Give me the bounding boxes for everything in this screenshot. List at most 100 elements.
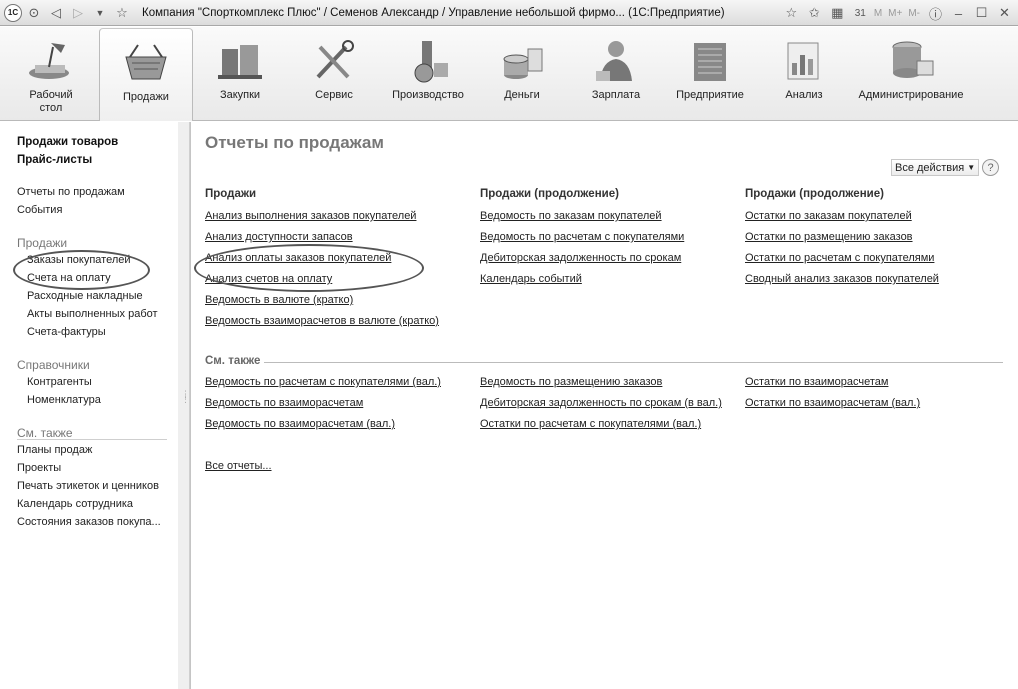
section-label: Зарплата	[591, 89, 641, 101]
nav-group-references: Справочники	[17, 358, 90, 372]
help-button[interactable]: ?	[982, 159, 999, 176]
forward-arrow-icon[interactable]: ▷	[68, 3, 88, 23]
desk-lamp-icon	[29, 43, 69, 79]
factory-icon	[414, 41, 448, 83]
panel-splitter[interactable]: ⋮ ⋮	[178, 122, 190, 689]
section-administration[interactable]: Администрирование	[850, 27, 972, 120]
close-icon[interactable]: ✕	[995, 3, 1014, 23]
page-title: Отчеты по продажам	[205, 133, 384, 152]
history-dropdown-icon[interactable]: ▼	[90, 3, 110, 23]
section-label: Администрирование	[858, 89, 964, 101]
section-label: Деньги	[504, 89, 540, 101]
report-link[interactable]: Ведомость в валюте (кратко)	[205, 294, 353, 306]
all-actions-button[interactable]: Все действия ▼	[891, 159, 980, 176]
app-logo-icon[interactable]: 1С	[4, 3, 22, 22]
nav-print-labels[interactable]: Печать этикеток и ценников	[17, 480, 159, 492]
report-link[interactable]: Ведомость взаиморасчетов в валюте (кратк…	[205, 315, 439, 327]
report-link[interactable]: Календарь событий	[480, 273, 582, 285]
see-also-link[interactable]: Ведомость по взаиморасчетам	[205, 397, 363, 409]
report-link[interactable]: Дебиторская задолженность по срокам	[480, 252, 681, 264]
report-link[interactable]: Ведомость по заказам покупателей	[480, 210, 662, 222]
tools-icon	[316, 40, 354, 79]
section-desktop[interactable]: Рабочий стол	[8, 27, 94, 120]
column-header-sales-cont-2: Продажи (продолжение)	[745, 188, 884, 200]
shopping-basket-icon	[125, 44, 167, 80]
nav-nomenclature[interactable]: Номенклатура	[27, 394, 101, 406]
section-purchases[interactable]: Закупки	[196, 27, 284, 120]
section-analysis[interactable]: Анализ	[760, 27, 848, 120]
favorites-icon[interactable]: ☆	[782, 3, 801, 23]
report-link[interactable]: Ведомость по расчетам с покупателями	[480, 231, 684, 243]
all-actions-label: Все действия	[895, 161, 965, 174]
section-service[interactable]: Сервис	[290, 27, 378, 120]
report-link[interactable]: Сводный анализ заказов покупателей	[745, 273, 939, 285]
nav-sales-plans[interactable]: Планы продаж	[17, 444, 92, 456]
see-also-link[interactable]: Остатки по расчетам с покупателями (вал.…	[480, 418, 701, 430]
maximize-icon[interactable]: ☐	[972, 3, 991, 23]
report-link[interactable]: Остатки по размещению заказов	[745, 231, 913, 243]
see-also-link[interactable]: Дебиторская задолженность по срокам (в в…	[480, 397, 722, 409]
nav-customer-orders[interactable]: Заказы покупателей	[27, 254, 131, 266]
section-label: Предприятие	[676, 89, 744, 101]
back-arrow-icon[interactable]: ◁	[46, 3, 66, 23]
section-money[interactable]: Деньги	[478, 27, 566, 120]
nav-projects[interactable]: Проекты	[17, 462, 61, 474]
nav-work-acts[interactable]: Акты выполненных работ	[27, 308, 158, 320]
coins-icon	[503, 48, 543, 79]
report-link[interactable]: Анализ счетов на оплату	[205, 273, 332, 285]
chevron-down-icon: ▼	[967, 163, 976, 172]
calendar-icon[interactable]: 31	[851, 3, 870, 23]
report-link[interactable]: Остатки по заказам покупателей	[745, 210, 912, 222]
all-reports-link[interactable]: Все отчеты...	[205, 460, 272, 472]
see-also-title: См. также	[205, 355, 265, 367]
warehouse-icon	[218, 45, 262, 79]
memory-plus-button[interactable]: M+	[886, 8, 904, 19]
report-link[interactable]: Остатки по расчетам с покупателями	[745, 252, 934, 264]
building-icon	[694, 43, 726, 81]
section-label: Производство	[392, 89, 464, 101]
section-sales[interactable]: Продажи	[99, 28, 193, 121]
nav-order-states[interactable]: Состояния заказов покупа...	[17, 516, 161, 528]
splitter-grip-icon: ⋮ ⋮	[181, 389, 190, 404]
nav-invoices[interactable]: Счета на оплату	[27, 272, 111, 284]
nav-employee-calendar[interactable]: Календарь сотрудника	[17, 498, 133, 510]
nav-sales-reports[interactable]: Отчеты по продажам	[17, 186, 125, 198]
section-label: Сервис	[315, 89, 353, 101]
report-link[interactable]: Анализ доступности запасов	[205, 231, 353, 243]
section-salary[interactable]: Зарплата	[572, 27, 660, 120]
nav-tax-invoices[interactable]: Счета-фактуры	[27, 326, 106, 338]
add-favorite-icon[interactable]: ✩	[805, 3, 824, 23]
nav-sales-goods[interactable]: Продажи товаров	[17, 136, 118, 148]
menu-circle-icon[interactable]: ⊙	[24, 3, 44, 23]
section-label: Продажи	[123, 91, 169, 103]
see-also-link[interactable]: Ведомость по размещению заказов	[480, 376, 662, 388]
title-bar: 1С ⊙ ◁ ▷ ▼ ☆ Компания "Спорткомплекс Плю…	[0, 0, 1018, 26]
section-label: Закупки	[219, 89, 261, 101]
see-also-link[interactable]: Остатки по взаиморасчетам	[745, 376, 888, 388]
nav-counterparties[interactable]: Контрагенты	[27, 376, 92, 388]
employee-icon	[596, 41, 632, 81]
main-content: Отчеты по продажам Все действия ▼ ? Прод…	[190, 122, 1018, 689]
report-link[interactable]: Анализ выполнения заказов покупателей	[205, 210, 416, 222]
section-label: Рабочий стол	[29, 89, 73, 114]
nav-shipping-notes[interactable]: Расходные накладные	[27, 290, 143, 302]
nav-events[interactable]: События	[17, 204, 62, 216]
see-also-link[interactable]: Ведомость по взаиморасчетам (вал.)	[205, 418, 395, 430]
nav-price-lists[interactable]: Прайс-листы	[17, 154, 92, 166]
favorite-star-icon[interactable]: ☆	[112, 3, 132, 23]
info-icon[interactable]: ⓘ	[926, 3, 945, 23]
chart-icon	[787, 42, 819, 80]
nav-group-sales: Продажи	[17, 236, 68, 250]
sections-panel: Рабочий стол Продажи Закупки Сервис Прои…	[0, 27, 1018, 121]
section-production[interactable]: Производство	[384, 27, 472, 120]
column-header-sales: Продажи	[205, 188, 257, 200]
see-also-link[interactable]: Ведомость по расчетам с покупателями (ва…	[205, 376, 441, 388]
calculator-icon[interactable]: ▦	[828, 3, 847, 23]
minimize-icon[interactable]: ‒	[949, 3, 968, 23]
memory-m-button[interactable]: M	[872, 8, 884, 19]
column-header-sales-cont: Продажи (продолжение)	[480, 188, 619, 200]
report-link[interactable]: Анализ оплаты заказов покупателей	[205, 252, 391, 264]
section-enterprise[interactable]: Предприятие	[666, 27, 754, 120]
see-also-link[interactable]: Остатки по взаиморасчетам (вал.)	[745, 397, 920, 409]
memory-minus-button[interactable]: M-	[906, 8, 922, 19]
